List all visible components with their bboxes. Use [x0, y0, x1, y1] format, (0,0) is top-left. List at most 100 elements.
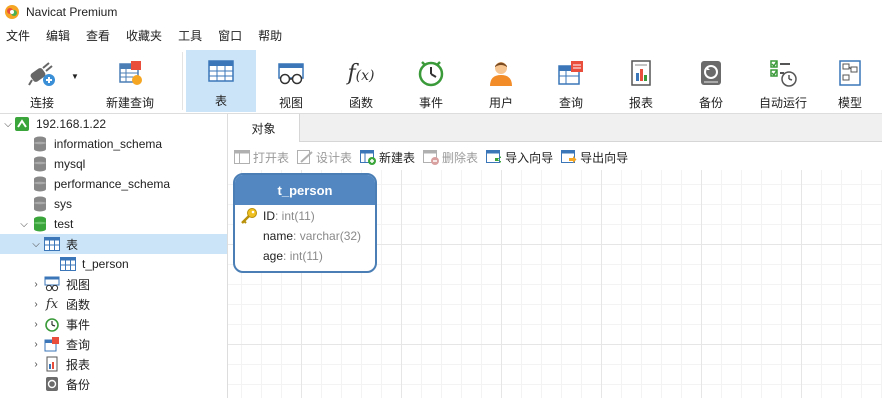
- toolbar-function-button[interactable]: f(x) 函数: [328, 52, 394, 112]
- toolbar-model-button[interactable]: 模型: [822, 52, 878, 112]
- new-table-button[interactable]: 新建表: [360, 147, 415, 167]
- entity-t-person[interactable]: t_person ID: int(11) name: varchar(32) a…: [233, 173, 377, 273]
- tree-group-label: 事件: [66, 317, 91, 332]
- database-icon: [32, 136, 48, 152]
- tree-functions-group[interactable]: › fx 函数: [0, 294, 227, 314]
- entity-field: name: varchar(32): [263, 227, 361, 245]
- export-wizard-button[interactable]: 导出向导: [561, 147, 628, 167]
- menu-tools[interactable]: 工具: [170, 24, 210, 48]
- tab-bar: 对象: [228, 114, 882, 142]
- tree-group-label: 备份: [66, 377, 91, 392]
- menu-view[interactable]: 查看: [78, 24, 118, 48]
- tree-db-performance-schema[interactable]: performance_schema: [0, 174, 227, 194]
- toolbar-event-label: 事件: [418, 96, 443, 110]
- database-icon: [32, 156, 48, 172]
- toolbar-table-button[interactable]: 表: [186, 50, 256, 112]
- new-query-icon: [113, 56, 147, 90]
- automation-icon: [766, 56, 800, 90]
- tab-objects[interactable]: 对象: [228, 114, 300, 142]
- field-name: name: [263, 229, 294, 243]
- connection-icon: [14, 116, 30, 132]
- function-icon: fx: [45, 296, 59, 312]
- tree-db-sys[interactable]: sys: [0, 194, 227, 214]
- clock-icon: [414, 56, 448, 90]
- toolbar-report-button[interactable]: 报表: [608, 52, 674, 112]
- tree-db-information-schema[interactable]: information_schema: [0, 134, 227, 154]
- tree-tables-label: 表: [66, 237, 79, 252]
- view-icon: [274, 56, 308, 90]
- entity-field: ID: int(11): [263, 207, 315, 225]
- connect-label: 连接: [29, 96, 54, 110]
- plug-icon: [25, 56, 59, 90]
- tree-db-label: information_schema: [54, 137, 163, 151]
- field-name: age: [263, 249, 284, 263]
- tree-reports-group[interactable]: › 报表: [0, 354, 227, 374]
- connect-dropdown-icon[interactable]: ▼: [71, 72, 79, 81]
- tree-events-group[interactable]: › 事件: [0, 314, 227, 334]
- design-table-icon: [297, 149, 313, 165]
- tree-backups-group[interactable]: 备份: [0, 374, 227, 394]
- expand-arrow-icon[interactable]: ›: [30, 279, 42, 290]
- toolbar-backup-label: 备份: [698, 96, 723, 110]
- tree-tables-group[interactable]: ⌵ 表: [0, 234, 227, 254]
- user-icon: [484, 56, 518, 90]
- menu-window[interactable]: 窗口: [210, 24, 250, 48]
- design-table-label: 设计表: [316, 150, 353, 165]
- tree-queries-group[interactable]: › 查询: [0, 334, 227, 354]
- expand-arrow-icon[interactable]: ›: [30, 319, 42, 330]
- tree-group-label: 报表: [66, 357, 91, 372]
- connect-button[interactable]: 连接: [18, 52, 66, 112]
- tree-views-group[interactable]: › 视图: [0, 274, 227, 294]
- database-icon: [32, 176, 48, 192]
- menu-help[interactable]: 帮助: [250, 24, 290, 48]
- er-diagram-canvas[interactable]: t_person ID: int(11) name: varchar(32) a…: [228, 170, 882, 398]
- design-table-button[interactable]: 设计表: [297, 147, 352, 167]
- tree-table-t-person[interactable]: t_person: [0, 254, 227, 274]
- expand-arrow-icon[interactable]: ›: [30, 359, 42, 370]
- menu-file[interactable]: 文件: [0, 24, 38, 48]
- tree-db-label: performance_schema: [54, 177, 171, 191]
- toolbar-separator: [182, 52, 183, 110]
- toolbar-user-label: 用户: [488, 96, 513, 110]
- tree-group-label: 函数: [66, 297, 91, 312]
- collapse-arrow-icon[interactable]: ⌵: [18, 219, 30, 230]
- field-type: int(11): [281, 209, 315, 223]
- toolbar-automation-button[interactable]: 自动运行: [748, 52, 818, 112]
- main-panel: 对象 打开表 设计表 新建表 删除表 导入向导 导出向导 t_person ID…: [228, 114, 882, 398]
- expand-arrow-icon[interactable]: ›: [30, 339, 42, 350]
- collapse-arrow-icon[interactable]: ⌵: [30, 239, 42, 250]
- toolbar-view-button[interactable]: 视图: [258, 52, 324, 112]
- field-type-sep: :: [293, 229, 300, 243]
- toolbar-user-button[interactable]: 用户: [468, 52, 534, 112]
- report-icon: [624, 56, 658, 90]
- toolbar-query-button[interactable]: 查询: [538, 52, 604, 112]
- menu-favorites[interactable]: 收藏夹: [118, 24, 170, 48]
- open-table-button[interactable]: 打开表: [234, 147, 289, 167]
- tree-connection[interactable]: ⌵ 192.168.1.22: [0, 114, 227, 134]
- tree-db-test[interactable]: ⌵ test: [0, 214, 227, 234]
- delete-table-button[interactable]: 删除表: [423, 147, 478, 167]
- menu-edit[interactable]: 编辑: [38, 24, 78, 48]
- table-icon: [60, 256, 76, 272]
- toolbar-function-label: 函数: [348, 96, 373, 110]
- new-query-label: 新建查询: [105, 96, 154, 110]
- window-title: Navicat Premium: [26, 5, 118, 19]
- toolbar-view-label: 视图: [278, 96, 303, 110]
- toolbar-model-label: 模型: [837, 96, 862, 110]
- model-icon: [833, 56, 867, 90]
- database-icon: [32, 196, 48, 212]
- navigation-tree: ⌵ 192.168.1.22 information_schema mysql …: [0, 114, 228, 398]
- delete-table-icon: [423, 149, 440, 165]
- collapse-arrow-icon[interactable]: ⌵: [2, 119, 14, 130]
- new-query-button[interactable]: 新建查询: [88, 52, 172, 112]
- expand-arrow-icon[interactable]: ›: [30, 299, 42, 310]
- tree-db-mysql[interactable]: mysql: [0, 154, 227, 174]
- toolbar-event-button[interactable]: 事件: [398, 52, 464, 112]
- toolbar-report-label: 报表: [628, 96, 653, 110]
- toolbar-backup-button[interactable]: 备份: [678, 52, 744, 112]
- tree-connection-label: 192.168.1.22: [36, 117, 107, 131]
- toolbar-table-label: 表: [214, 94, 227, 108]
- import-wizard-button[interactable]: 导入向导: [486, 147, 553, 167]
- toolbar-automation-label: 自动运行: [758, 96, 807, 110]
- field-type-sep: :: [275, 209, 282, 223]
